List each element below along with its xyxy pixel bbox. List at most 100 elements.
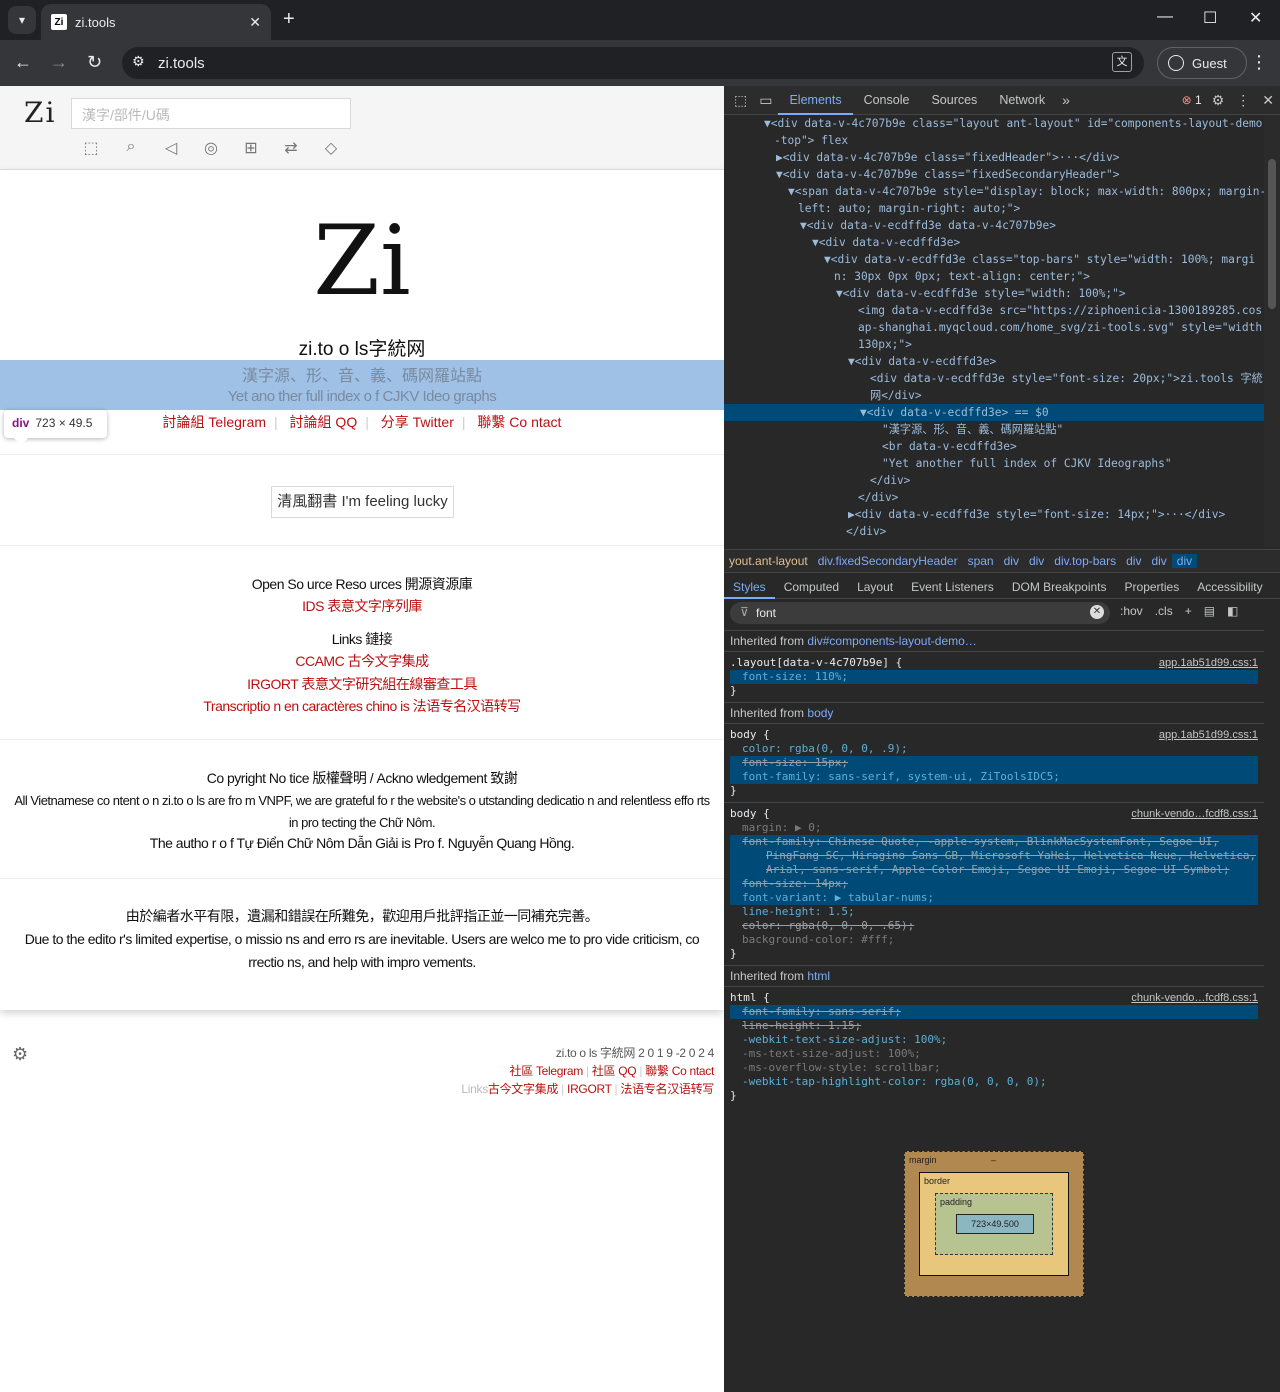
contact-link[interactable]: 聯繫 Co ntact <box>477 414 561 430</box>
dom-node-line[interactable]: left: auto; margin-right: auto;"> <box>724 200 1264 217</box>
styles-subtab[interactable]: Layout <box>848 575 902 599</box>
style-rule[interactable]: body { chunk-vendo…fcdf8.css:1 margin: ▶… <box>724 802 1264 965</box>
styles-subtab[interactable]: Computed <box>775 575 848 599</box>
dom-node-line[interactable]: ▼<div data-v-ecdffd3e> <box>724 353 1264 370</box>
breadcrumb-item[interactable]: div <box>1024 554 1049 568</box>
dom-node-line[interactable]: ▼<div data-v-ecdffd3e style="width: 100%… <box>724 285 1264 302</box>
close-window-icon[interactable]: ✕ <box>1249 8 1262 28</box>
dom-node-line[interactable]: </div> <box>724 489 1264 506</box>
dom-node-line[interactable]: ▶<div data-v-ecdffd3e style="font-size: … <box>724 506 1264 523</box>
telegram-link[interactable]: 討論組 Telegram <box>163 414 266 430</box>
tab-network[interactable]: Network <box>988 86 1056 115</box>
styles-subtab[interactable]: Styles <box>724 575 775 599</box>
back-icon[interactable]: ← <box>14 52 32 73</box>
cls-button[interactable]: .cls <box>1155 604 1173 618</box>
hov-button[interactable]: :hov <box>1120 604 1143 618</box>
dom-node-line[interactable]: "漢字源、形、音、義、碼网羅站點" <box>724 421 1264 438</box>
address-bar[interactable]: ⚙ zi.tools 文 <box>122 47 1144 79</box>
breadcrumb-item[interactable]: div <box>1171 554 1198 568</box>
breadcrumb-item[interactable]: div <box>999 554 1024 568</box>
forward-icon[interactable]: → <box>50 52 68 73</box>
new-rule-button[interactable]: + <box>1185 604 1192 618</box>
dom-node-line[interactable]: </div> <box>724 523 1264 540</box>
devtools-menu-icon[interactable]: ⋮ <box>1230 92 1256 109</box>
dom-node-line[interactable]: ▼<div data-v-ecdffd3e> <box>724 234 1264 251</box>
globe-icon[interactable]: ◎ <box>202 138 220 158</box>
tree-icon[interactable]: ⊞ <box>242 138 260 158</box>
close-devtools-icon[interactable]: ✕ <box>1256 92 1280 109</box>
ccamc-link[interactable]: CCAMC 古今文字集成 <box>0 651 724 671</box>
breadcrumb-item[interactable]: div <box>1146 554 1171 568</box>
transcription-link[interactable]: Transcriptio n en caractères chino is 法语… <box>0 696 724 716</box>
styles-filter-input[interactable]: ⊽ font ✕ <box>730 602 1110 624</box>
lucky-button[interactable]: 清風翻書 I'm feeling lucky <box>271 486 454 518</box>
device-toggle-icon[interactable]: ▭ <box>753 92 778 109</box>
dom-node-line[interactable]: ▼<div data-v-ecdffd3e class="top-bars" s… <box>724 251 1264 268</box>
sidebar-toggle-icon[interactable]: ◧ <box>1227 604 1238 618</box>
footer-irgort-link[interactable]: IRGORT <box>567 1082 612 1096</box>
breadcrumb-item[interactable]: div <box>1121 554 1146 568</box>
dom-node-line[interactable]: ap-shanghai.myqcloud.com/home_svg/zi-too… <box>724 319 1264 336</box>
dom-tree[interactable]: ▼<div data-v-4c707b9e class="layout ant-… <box>724 115 1264 547</box>
site-logo[interactable]: Zi <box>24 96 56 129</box>
more-tabs-icon[interactable]: » <box>1056 92 1076 108</box>
reload-icon[interactable]: ↻ <box>87 52 102 73</box>
twitter-link[interactable]: 分享 Twitter <box>381 414 454 430</box>
profile-button[interactable]: Guest <box>1157 47 1247 79</box>
swap-icon[interactable]: ⇄ <box>282 138 300 158</box>
breadcrumb-item[interactable]: div.top-bars <box>1049 554 1121 568</box>
dom-node-line[interactable]: ▼<div data-v-4c707b9e class="layout ant-… <box>724 115 1264 132</box>
component-icon[interactable]: ⬚ <box>82 138 100 158</box>
footer-qq-link[interactable]: 社區 QQ <box>592 1064 637 1078</box>
qq-link[interactable]: 討論組 QQ <box>290 414 358 430</box>
dom-node-line[interactable]: ▼<div data-v-ecdffd3e data-v-4c707b9e> <box>724 217 1264 234</box>
dom-node-line[interactable]: <img data-v-ecdffd3e src="https://ziphoe… <box>724 302 1264 319</box>
new-tab-button[interactable]: + <box>283 8 295 31</box>
dom-node-line[interactable]: <br data-v-ecdffd3e> <box>724 438 1264 455</box>
breadcrumb-item[interactable]: span <box>963 554 999 568</box>
styles-subtab[interactable]: Accessibility <box>1188 575 1271 599</box>
search-input[interactable]: 漢字/部件/U碼 <box>71 98 351 129</box>
dom-node-line[interactable]: -top"> flex <box>724 132 1264 149</box>
style-rule[interactable]: .layout[data-v-4c707b9e] { app.1ab51d99.… <box>724 651 1264 702</box>
browser-tab[interactable]: Zi zi.tools ✕ <box>41 4 271 40</box>
dom-node-line[interactable]: "Yet another full index of CJKV Ideograp… <box>724 455 1264 472</box>
styles-subtab[interactable]: Properties <box>1116 575 1189 599</box>
dom-node-line[interactable]: ▼<div data-v-4c707b9e class="fixedSecond… <box>724 166 1264 183</box>
style-rule[interactable]: html { chunk-vendo…fcdf8.css:1 font-fami… <box>724 986 1264 1107</box>
minimize-icon[interactable]: — <box>1157 8 1173 26</box>
browser-menu-icon[interactable]: ⋮ <box>1250 52 1268 73</box>
breadcrumb-item[interactable]: yout.ant-layout <box>724 554 813 568</box>
inspect-icon[interactable]: ⬚ <box>728 92 753 109</box>
footer-ccamc-link[interactable]: 古今文字集成 <box>488 1082 559 1096</box>
tab-search-button[interactable]: ▾ <box>8 6 36 34</box>
tab-elements[interactable]: Elements <box>778 86 853 115</box>
dom-node-line[interactable]: 网</div> <box>724 387 1264 404</box>
maximize-icon[interactable]: ☐ <box>1203 8 1217 28</box>
dom-node-line[interactable]: ▼<span data-v-4c707b9e style="display: b… <box>724 183 1264 200</box>
styles-subtab[interactable]: DOM Breakpoints <box>1003 575 1116 599</box>
settings-gear-icon[interactable]: ⚙ <box>12 1044 28 1065</box>
ids-link[interactable]: IDS 表意文字序列庫 <box>0 596 724 616</box>
dom-node-line[interactable]: <div data-v-ecdffd3e style="font-size: 2… <box>724 370 1264 387</box>
styles-subtab[interactable]: Event Listeners <box>902 575 1003 599</box>
close-tab-icon[interactable]: ✕ <box>249 14 261 31</box>
dom-node-line[interactable]: ▶<div data-v-4c707b9e class="fixedHeader… <box>724 149 1264 166</box>
footer-fr-link[interactable]: 法语专名汉语转写 <box>620 1082 714 1096</box>
site-info-icon[interactable]: ⚙ <box>132 53 145 70</box>
clear-filter-icon[interactable]: ✕ <box>1090 605 1104 619</box>
tab-console[interactable]: Console <box>853 86 921 115</box>
settings-icon[interactable]: ⚙ <box>1206 92 1231 109</box>
footer-contact-link[interactable]: 聯繫 Co ntact <box>645 1064 714 1078</box>
search-icon[interactable]: ⌕ <box>122 138 140 158</box>
footer-telegram-link[interactable]: 社區 Telegram <box>510 1064 584 1078</box>
tag-icon[interactable]: ◇ <box>322 138 340 158</box>
sound-icon[interactable]: ◁ <box>162 138 180 158</box>
tab-sources[interactable]: Sources <box>920 86 988 115</box>
translate-icon[interactable]: 文 <box>1112 52 1132 72</box>
paint-icon[interactable]: ▤ <box>1204 604 1215 618</box>
dom-node-line[interactable]: n: 30px 0px 0px; text-align: center;"> <box>724 268 1264 285</box>
irgort-link[interactable]: IRGORT 表意文字研究組在線審查工具 <box>0 674 724 694</box>
dom-node-line[interactable]: ▼<div data-v-ecdffd3e> == $0 <box>724 404 1264 421</box>
dom-scrollbar[interactable] <box>1264 115 1280 547</box>
